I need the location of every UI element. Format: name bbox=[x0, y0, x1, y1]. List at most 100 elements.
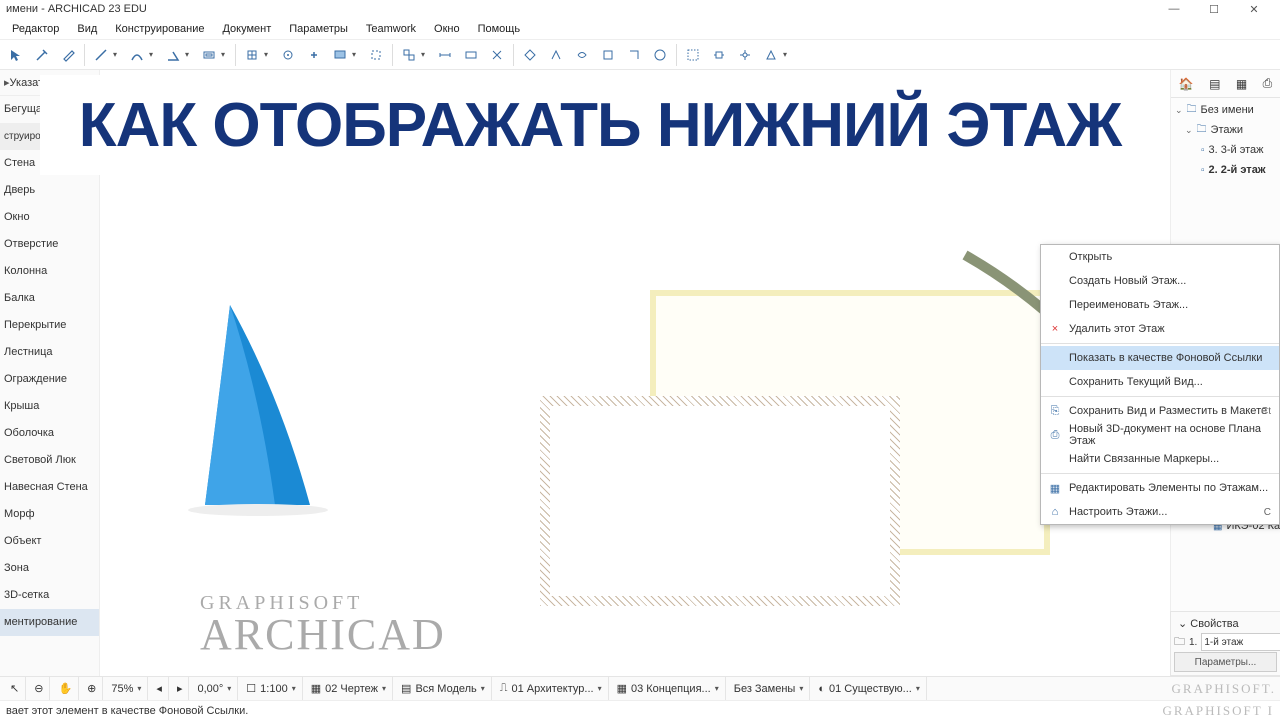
tool-line-icon[interactable] bbox=[89, 43, 113, 67]
tool-Лестница[interactable]: Лестница bbox=[0, 339, 99, 366]
menu-construction[interactable]: Конструирование bbox=[107, 21, 212, 37]
hint-text: вает этот элемент в качестве Фоновой Ссы… bbox=[6, 705, 248, 717]
tool-m3-icon[interactable] bbox=[570, 43, 594, 67]
tool-n2-icon[interactable] bbox=[707, 43, 731, 67]
main-toolbar: ▾ ▾ ▾ ▾ ▾ ▾ ▾ ▾ bbox=[0, 40, 1280, 70]
tool-Световой Люк[interactable]: Световой Люк bbox=[0, 447, 99, 474]
sb-exist[interactable]: ◐ 01 Существую...▾ bbox=[812, 677, 927, 700]
tree-stories[interactable]: ⌄🗀Этажи bbox=[1171, 120, 1280, 140]
tool-m1-icon[interactable] bbox=[518, 43, 542, 67]
cm-1[interactable]: Создать Новый Этаж... bbox=[1041, 269, 1279, 293]
tool-panel-documentation[interactable]: ментирование bbox=[0, 609, 99, 636]
properties-panel: ⌄ Свойства 🗀1. Параметры... bbox=[1170, 611, 1280, 676]
sb-model[interactable]: ▤ Вся Модель▾ bbox=[395, 677, 492, 700]
cm-9[interactable]: ▦Редактировать Элементы по Этажам... bbox=[1041, 476, 1279, 500]
menu-editor[interactable]: Редактор bbox=[4, 21, 67, 37]
status-bar: ↖ ⊖ ✋ ⊕ 75%▾ ◂ ▸ 0,00°▾ ☐ 1:100▾ ▦ 02 Че… bbox=[0, 676, 1280, 700]
tool-Объект[interactable]: Объект bbox=[0, 528, 99, 555]
cm-8[interactable]: Найти Связанные Маркеры... bbox=[1041, 447, 1279, 471]
sb-zoom-out-icon[interactable]: ⊖ bbox=[28, 677, 50, 700]
sb-repl[interactable]: Без Замены▾ bbox=[728, 677, 811, 700]
sb-arch[interactable]: ⎍ 01 Архитектур...▾ bbox=[494, 677, 609, 700]
menu-view[interactable]: Вид bbox=[69, 21, 105, 37]
sb-cursor-icon[interactable]: ↖ bbox=[4, 677, 26, 700]
tool-offset-icon[interactable] bbox=[197, 43, 221, 67]
menu-help[interactable]: Помощь bbox=[470, 21, 529, 37]
brand-block: GRAPHISOFT ARCHICAD bbox=[200, 592, 446, 660]
tool-Балка[interactable]: Балка bbox=[0, 285, 99, 312]
cm-6[interactable]: ⎘Сохранить Вид и Разместить в МакетеCt bbox=[1041, 399, 1279, 423]
tool-Зона[interactable]: Зона bbox=[0, 555, 99, 582]
sb-zoom-in-icon[interactable]: ⊕ bbox=[81, 677, 103, 700]
minimize-button[interactable]: — bbox=[1154, 3, 1194, 15]
sb-pan-icon[interactable]: ✋ bbox=[52, 677, 79, 700]
hint-bar: вает этот элемент в качестве Фоновой Ссы… bbox=[0, 700, 1280, 720]
tool-Ограждение[interactable]: Ограждение bbox=[0, 366, 99, 393]
tool-magic-icon[interactable] bbox=[30, 43, 54, 67]
cm-3[interactable]: ×Удалить этот Этаж bbox=[1041, 317, 1279, 341]
tree-story-2[interactable]: ▫2. 2-й этаж bbox=[1171, 160, 1280, 180]
cm-4[interactable]: Показать в качестве Фоновой Ссылки bbox=[1041, 346, 1279, 370]
menu-parameters[interactable]: Параметры bbox=[281, 21, 356, 37]
menu-window[interactable]: Окно bbox=[426, 21, 468, 37]
nav-tab-project-icon: 🏠 bbox=[1179, 77, 1194, 91]
tool-Морф[interactable]: Морф bbox=[0, 501, 99, 528]
navigator-tabs[interactable]: 🏠 ▤ ▦ ⎙ bbox=[1171, 70, 1280, 98]
tool-cursor-icon[interactable] bbox=[4, 43, 28, 67]
sb-scale[interactable]: ☐ 1:100▾ bbox=[240, 677, 302, 700]
sb-prev-icon[interactable]: ◂ bbox=[150, 677, 169, 700]
story-context-menu: ОткрытьСоздать Новый Этаж...Переименоват… bbox=[1040, 244, 1280, 525]
archicad-logo-icon bbox=[170, 295, 330, 525]
menu-document[interactable]: Документ bbox=[214, 21, 279, 37]
close-button[interactable]: ✕ bbox=[1234, 3, 1274, 16]
tool-Отверстие[interactable]: Отверстие bbox=[0, 231, 99, 258]
cm-10[interactable]: ⌂Настроить Этажи...C bbox=[1041, 500, 1279, 524]
tree-root[interactable]: ⌄🗀Без имени bbox=[1171, 100, 1280, 120]
tool-Дверь[interactable]: Дверь bbox=[0, 177, 99, 204]
tool-attach-icon[interactable] bbox=[302, 43, 326, 67]
tool-grid-icon[interactable] bbox=[240, 43, 264, 67]
menu-teamwork[interactable]: Teamwork bbox=[358, 21, 424, 37]
sb-concept[interactable]: ▦ 03 Концепция...▾ bbox=[611, 677, 726, 700]
tool-Крыша[interactable]: Крыша bbox=[0, 393, 99, 420]
maximize-button[interactable]: ☐ bbox=[1194, 3, 1234, 16]
brand-title: ARCHICAD bbox=[200, 609, 446, 660]
tool-x-icon[interactable] bbox=[485, 43, 509, 67]
floor-name-input[interactable] bbox=[1201, 633, 1280, 651]
tutorial-heading: КАК ОТОБРАЖАТЬ НИЖНИЙ ЭТАЖ bbox=[40, 75, 1160, 175]
tool-snap-icon[interactable] bbox=[276, 43, 300, 67]
cm-2[interactable]: Переименовать Этаж... bbox=[1041, 293, 1279, 317]
tool-dim-icon[interactable] bbox=[433, 43, 457, 67]
tool-angle-icon[interactable] bbox=[161, 43, 185, 67]
nav-tab-view-icon: ▤ bbox=[1209, 77, 1220, 91]
tool-layers-icon[interactable] bbox=[328, 43, 352, 67]
sb-angle[interactable]: 0,00°▾ bbox=[191, 677, 238, 700]
tool-arc-icon[interactable] bbox=[125, 43, 149, 67]
tool-m6-icon[interactable] bbox=[648, 43, 672, 67]
tree-story-3[interactable]: ▫3. 3-й этаж bbox=[1171, 140, 1280, 160]
parameters-button[interactable]: Параметры... bbox=[1174, 652, 1277, 672]
cm-7[interactable]: ⎙Новый 3D-документ на основе Плана Этаж bbox=[1041, 423, 1279, 447]
sb-zoom-value[interactable]: 75%▾ bbox=[105, 677, 148, 700]
tool-Окно[interactable]: Окно bbox=[0, 204, 99, 231]
tool-Перекрытие[interactable]: Перекрытие bbox=[0, 312, 99, 339]
tool-m5-icon[interactable] bbox=[622, 43, 646, 67]
tool-Навесная Стена[interactable]: Навесная Стена bbox=[0, 474, 99, 501]
cm-0[interactable]: Открыть bbox=[1041, 245, 1279, 269]
cm-5[interactable]: Сохранить Текущий Вид... bbox=[1041, 370, 1279, 394]
sb-next-icon[interactable]: ▸ bbox=[171, 677, 190, 700]
tool-Оболочка[interactable]: Оболочка bbox=[0, 420, 99, 447]
window-title: имени - ARCHICAD 23 EDU bbox=[6, 3, 147, 15]
tool-3D-сетка[interactable]: 3D-сетка bbox=[0, 582, 99, 609]
tool-n1-icon[interactable] bbox=[681, 43, 705, 67]
tool-Колонна[interactable]: Колонна bbox=[0, 258, 99, 285]
tool-group-icon[interactable] bbox=[397, 43, 421, 67]
tool-pen-icon[interactable] bbox=[56, 43, 80, 67]
tool-trace-icon[interactable] bbox=[364, 43, 388, 67]
tool-n4-icon[interactable] bbox=[759, 43, 783, 67]
tool-tag-icon[interactable] bbox=[459, 43, 483, 67]
tool-n3-icon[interactable] bbox=[733, 43, 757, 67]
sb-drawing[interactable]: ▦ 02 Чертеж▾ bbox=[305, 677, 393, 700]
tool-m2-icon[interactable] bbox=[544, 43, 568, 67]
tool-m4-icon[interactable] bbox=[596, 43, 620, 67]
